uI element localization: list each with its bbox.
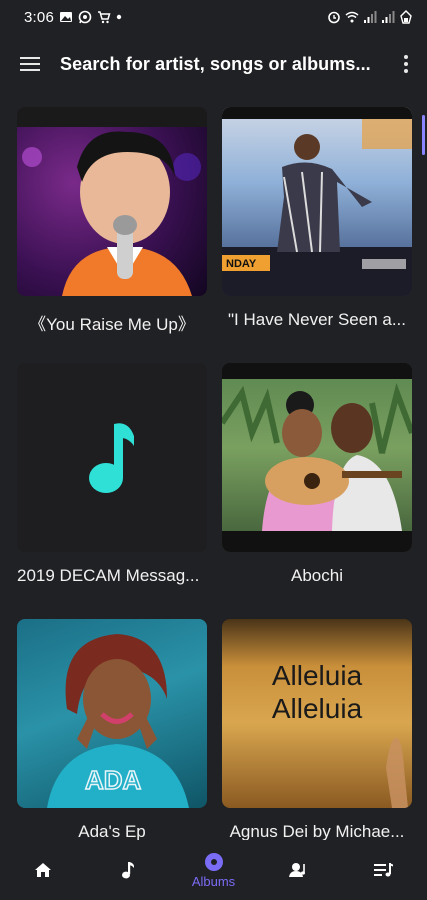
album-cover — [17, 363, 207, 552]
nav-artists[interactable] — [256, 840, 341, 900]
album-icon — [204, 852, 223, 871]
preacher-photo: NDAY — [222, 107, 412, 296]
signal-icon — [364, 11, 377, 23]
album-title: Ada's Ep — [78, 822, 146, 841]
status-time: 3:06 — [24, 8, 54, 26]
album-card[interactable]: 《You Raise Me Up》 — [17, 107, 207, 363]
ada-artist-photo: ADA — [47, 634, 189, 808]
playlist-icon — [374, 863, 394, 877]
album-title: "I Have Never Seen a... — [227, 310, 406, 329]
album-cover: NDAY — [222, 107, 412, 296]
album-card[interactable]: 2019 DECAM Messag... — [17, 363, 207, 619]
cart-icon — [98, 11, 111, 24]
whatsapp-icon — [78, 10, 92, 24]
album-card[interactable]: NDAY "I Have Never Seen a... — [222, 107, 412, 363]
search-field[interactable]: Search for artist, songs or albums... — [60, 54, 382, 75]
alarm-icon — [328, 11, 340, 24]
album-title: 2019 DECAM Messag... — [17, 566, 200, 585]
signal-icon — [382, 11, 395, 23]
dot-icon — [116, 14, 122, 20]
album-card[interactable]: Abochi — [222, 363, 412, 619]
svg-text:NDAY: NDAY — [226, 258, 257, 270]
hamburger-menu-button[interactable] — [0, 40, 60, 88]
boy-singing-photo — [17, 107, 207, 296]
album-grid: 《You Raise Me Up》 NDAY "I Have Never See… — [17, 107, 412, 875]
album-cover: Alleluia Alleluia — [222, 619, 412, 808]
image-icon — [60, 12, 72, 22]
album-title: 《You Raise Me Up》 — [29, 315, 195, 334]
home-icon — [34, 863, 51, 877]
status-bar: 3:06 — [0, 0, 427, 34]
artist-icon — [288, 863, 305, 877]
nav-playlists[interactable] — [342, 840, 427, 900]
nav-albums[interactable]: Albums — [171, 840, 256, 900]
alleluia-line: Alleluia — [271, 693, 363, 724]
music-note-icon — [89, 422, 134, 493]
bottom-navigation: Albums — [0, 840, 427, 900]
album-title: Agnus Dei by Michae... — [229, 822, 405, 841]
alleluia-cover-text: Alleluia Alleluia — [222, 659, 412, 725]
nav-home[interactable] — [0, 840, 85, 900]
album-cover: ADA — [17, 619, 207, 808]
nav-songs[interactable] — [85, 840, 170, 900]
album-card[interactable]: ADA Ada's Ep — [17, 619, 207, 875]
praying-hands-image — [386, 738, 408, 808]
music-note-icon — [122, 862, 135, 879]
alleluia-line: Alleluia — [271, 660, 363, 691]
album-card[interactable]: Alleluia Alleluia Agnus Dei by Michae... — [222, 619, 412, 875]
hamburger-menu-icon — [20, 57, 40, 71]
nav-albums-label: Albums — [191, 873, 236, 889]
ada-logo-text: ADA — [85, 765, 142, 795]
scrollbar-thumb[interactable] — [422, 115, 425, 155]
album-cover — [17, 107, 207, 296]
album-title: Abochi — [291, 566, 343, 585]
more-vert-icon — [404, 55, 408, 73]
album-cover — [222, 363, 412, 552]
battery-icon — [400, 10, 412, 24]
couple-guitar-photo — [222, 363, 412, 552]
wifi-icon — [345, 11, 359, 23]
top-app-bar: Search for artist, songs or albums... — [0, 40, 427, 88]
more-options-button[interactable] — [385, 40, 427, 88]
